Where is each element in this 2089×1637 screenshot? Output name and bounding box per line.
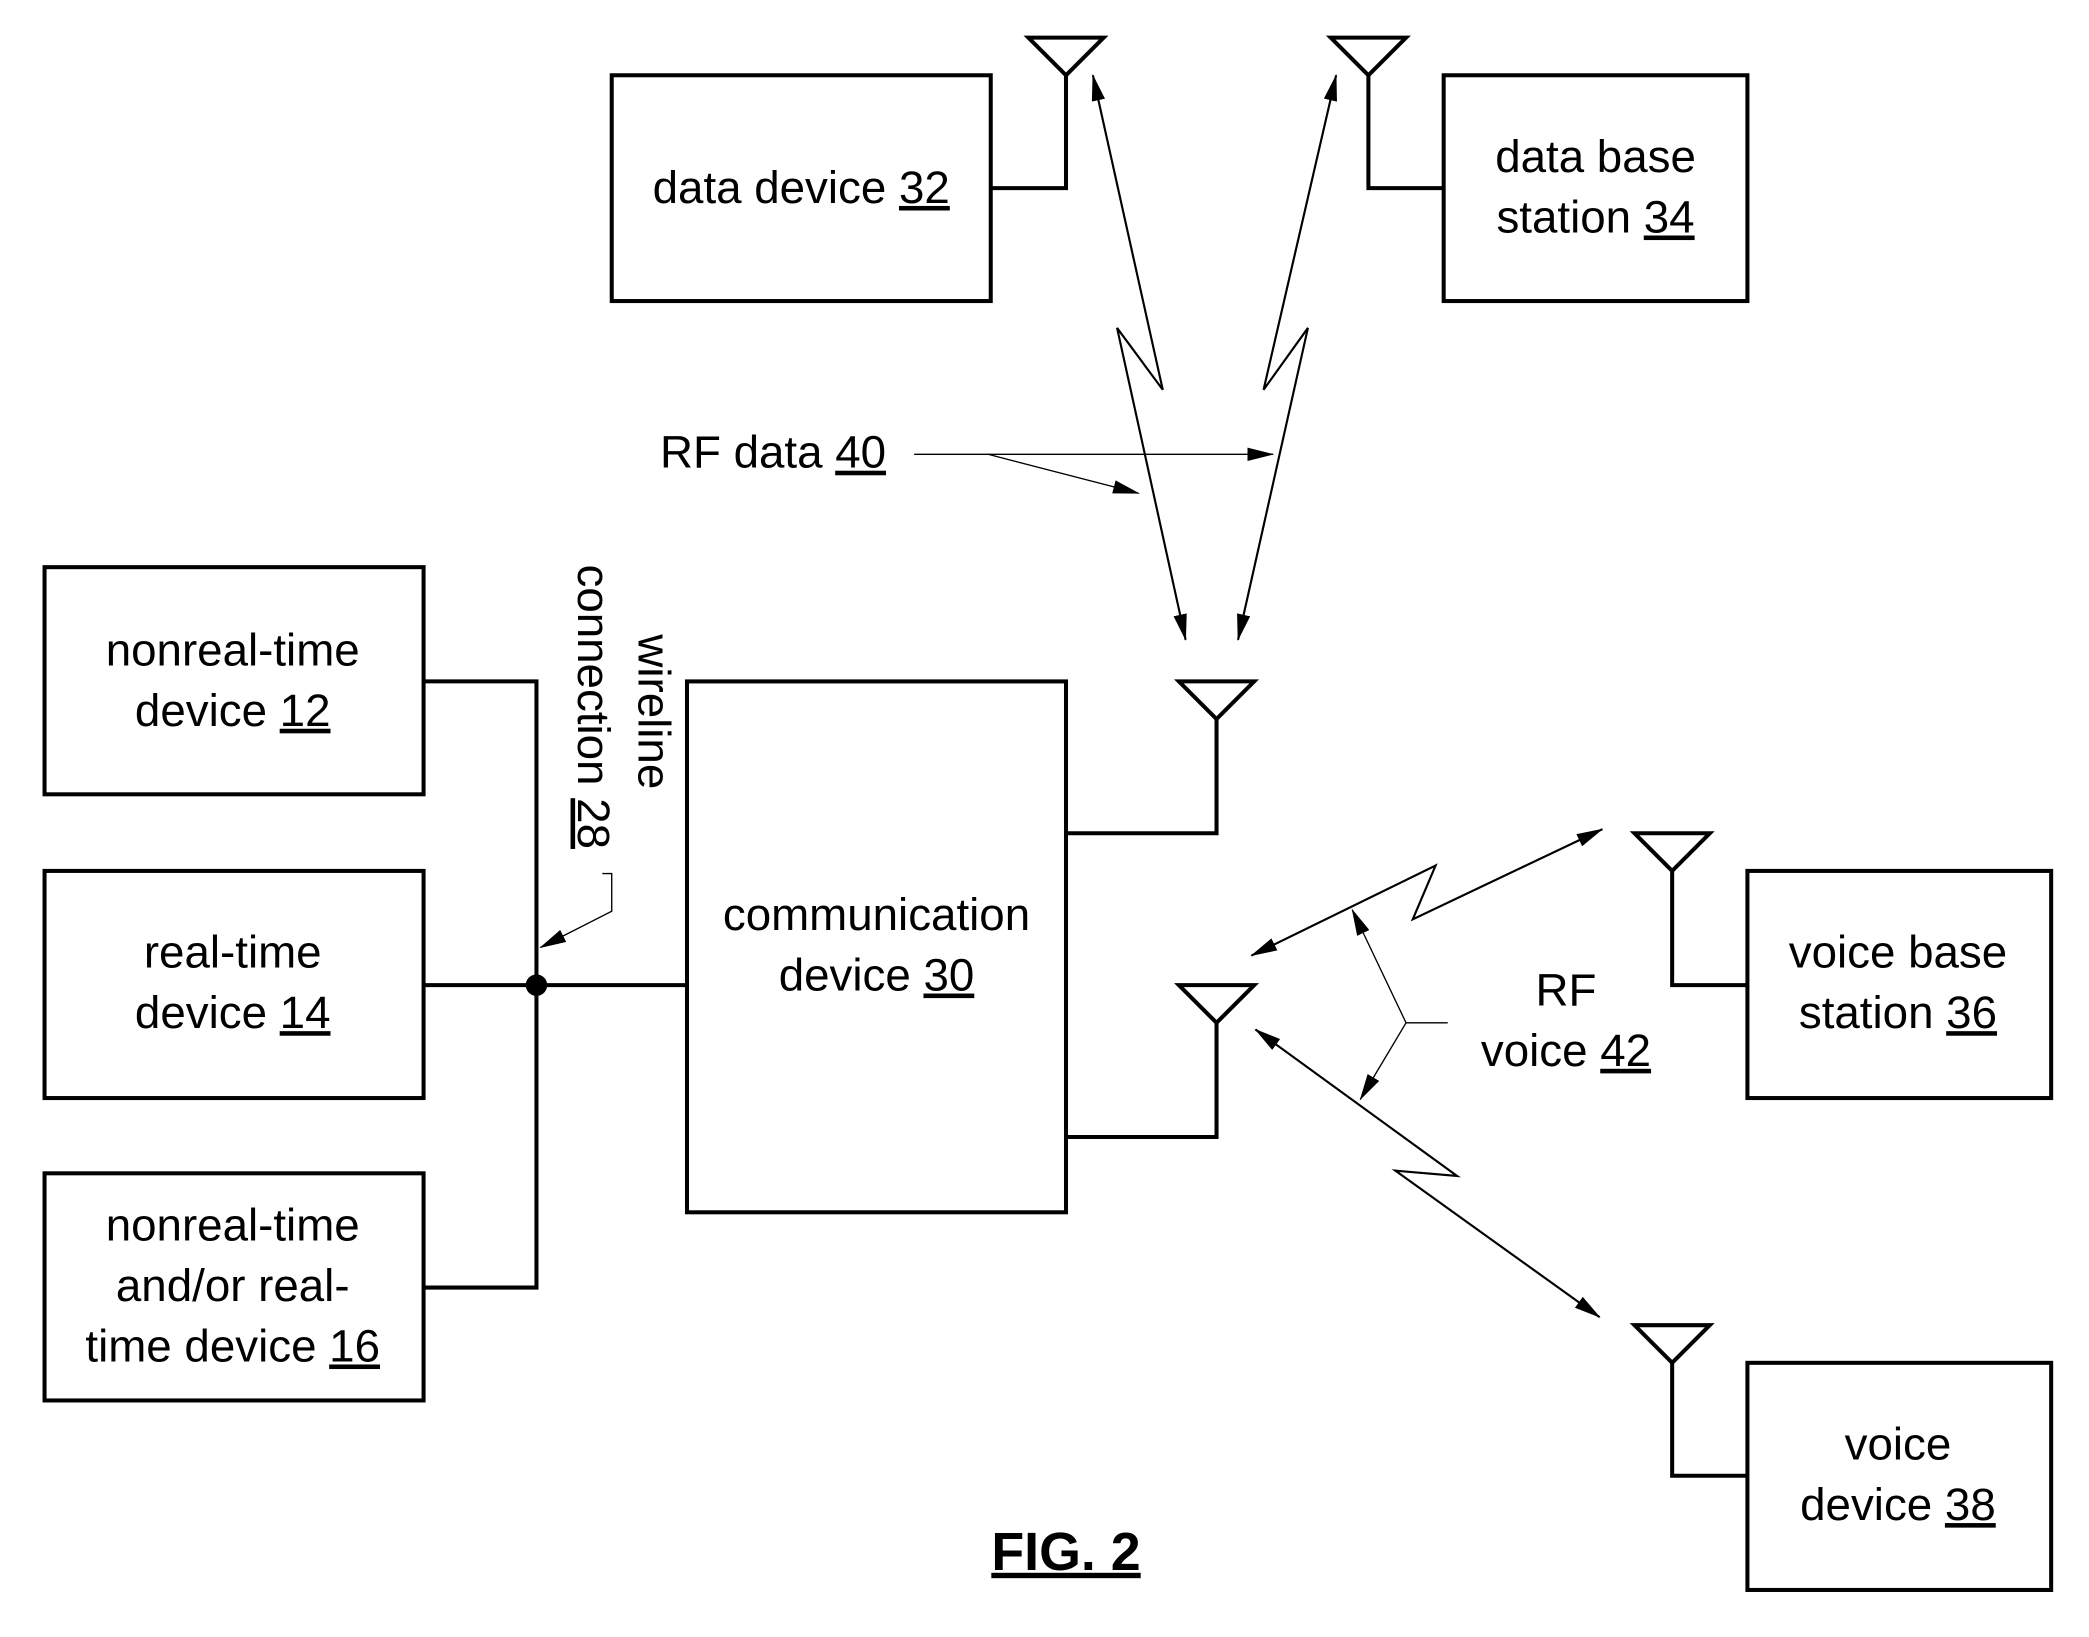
rf-voice-ref: 42 xyxy=(1600,1025,1651,1076)
voice-device-line2: device xyxy=(1800,1479,1945,1530)
communication-device-ref: 30 xyxy=(923,950,974,1001)
voice-base-station-antenna-icon xyxy=(1629,831,1715,874)
voice-device-antenna-icon xyxy=(1629,1323,1715,1366)
real-time-device-line2: device xyxy=(135,987,280,1038)
voice-device-ref: 38 xyxy=(1945,1479,1996,1530)
data-device-antenna-feed xyxy=(990,75,1069,191)
fig2-diagram: data device 32 data base station 34 RF d… xyxy=(42,35,2054,1592)
comm-data-antenna-feed xyxy=(1066,719,1219,836)
rf-voice-line2: voice xyxy=(1481,1025,1600,1076)
data-base-station-line2: station xyxy=(1496,192,1643,243)
data-base-station-block: data base station 34 xyxy=(1441,73,1750,304)
nonreal-time-device-line1: nonreal-time xyxy=(106,624,360,675)
data-device-antenna-icon xyxy=(1023,35,1109,79)
svg-text:device 12: device 12 xyxy=(135,685,331,736)
mixed-device-line2: and/or real- xyxy=(116,1260,350,1311)
data-base-station-antenna-icon xyxy=(1325,35,1411,79)
mixed-device-line1: nonreal-time xyxy=(106,1200,360,1251)
data-base-station-ref: 34 xyxy=(1644,192,1695,243)
data-base-station-antenna-feed xyxy=(1366,75,1444,191)
data-device-ref: 32 xyxy=(899,162,950,213)
rf-data-leader-left xyxy=(987,453,1140,494)
svg-text:time device 16: time device 16 xyxy=(85,1320,380,1371)
voice-base-station-block: voice base station 36 xyxy=(1745,868,2054,1101)
nonreal-time-device-ref: 12 xyxy=(280,685,331,736)
svg-text:device 14: device 14 xyxy=(135,987,331,1038)
communication-device-line1: communication xyxy=(723,889,1030,940)
rf-voice-line1: RF xyxy=(1536,964,1597,1015)
svg-text:RF data 40: RF data 40 xyxy=(660,427,886,478)
nonreal-time-device-block: nonreal-time device 12 xyxy=(42,565,426,797)
rf-data-link-right xyxy=(1236,73,1338,642)
svg-text:data device 32: data device 32 xyxy=(653,162,950,213)
voice-base-station-ref: 36 xyxy=(1946,987,1997,1038)
wireline-ref: 28 xyxy=(568,798,619,849)
voice-device-line1: voice xyxy=(1845,1419,1952,1470)
rf-voice-leader-up xyxy=(1351,908,1448,1024)
voice-base-station-line2: station xyxy=(1799,987,1946,1038)
rf-data-label: RF data xyxy=(660,427,835,478)
svg-text:voice 42: voice 42 xyxy=(1481,1025,1651,1076)
wireline-label: connection 28 wireline xyxy=(568,564,679,849)
voice-device-antenna-feed xyxy=(1670,1362,1748,1478)
rf-voice-leader-down xyxy=(1359,1022,1407,1101)
wireline-line2: connection 28 xyxy=(568,564,619,849)
svg-text:station 34: station 34 xyxy=(1496,192,1694,243)
mixed-device-block: nonreal-time and/or real- time device 16 xyxy=(42,1171,426,1403)
rf-data-ref: 40 xyxy=(835,427,886,478)
data-device-label: data device xyxy=(653,162,899,213)
comm-voice-antenna-icon xyxy=(1174,983,1260,1026)
comm-voice-antenna-feed xyxy=(1066,1022,1219,1140)
data-device-block: data device 32 xyxy=(609,73,993,304)
wireline-line1: wireline xyxy=(629,633,680,789)
real-time-device-block: real-time device 14 xyxy=(42,868,426,1101)
voice-base-station-line1: voice base xyxy=(1789,927,2007,978)
wireline-junction xyxy=(525,974,548,996)
voice-base-station-antenna-feed xyxy=(1670,870,1748,988)
comm-data-antenna-icon xyxy=(1174,679,1260,722)
voice-device-block: voice device 38 xyxy=(1745,1360,2054,1592)
rf-voice-link-upper xyxy=(1250,828,1604,957)
data-base-station-line1: data base xyxy=(1495,131,1696,182)
wireline-leader xyxy=(539,872,613,949)
rf-data-link-left xyxy=(1091,73,1187,642)
figure-label: FIG. 2 xyxy=(991,1522,1140,1582)
real-time-device-ref: 14 xyxy=(280,987,331,1038)
svg-text:device 38: device 38 xyxy=(1800,1479,1996,1530)
mixed-device-line3: time device xyxy=(85,1320,329,1371)
communication-device-line2: device xyxy=(779,950,924,1001)
real-time-device-line1: real-time xyxy=(144,927,322,978)
wireline-connection-text: connection xyxy=(568,564,619,798)
mixed-device-ref: 16 xyxy=(329,1320,380,1371)
nonreal-time-device-line2: device xyxy=(135,685,280,736)
svg-text:station 36: station 36 xyxy=(1799,987,1997,1038)
svg-text:device 30: device 30 xyxy=(779,950,975,1001)
communication-device-block: communication device 30 xyxy=(684,679,1069,1215)
